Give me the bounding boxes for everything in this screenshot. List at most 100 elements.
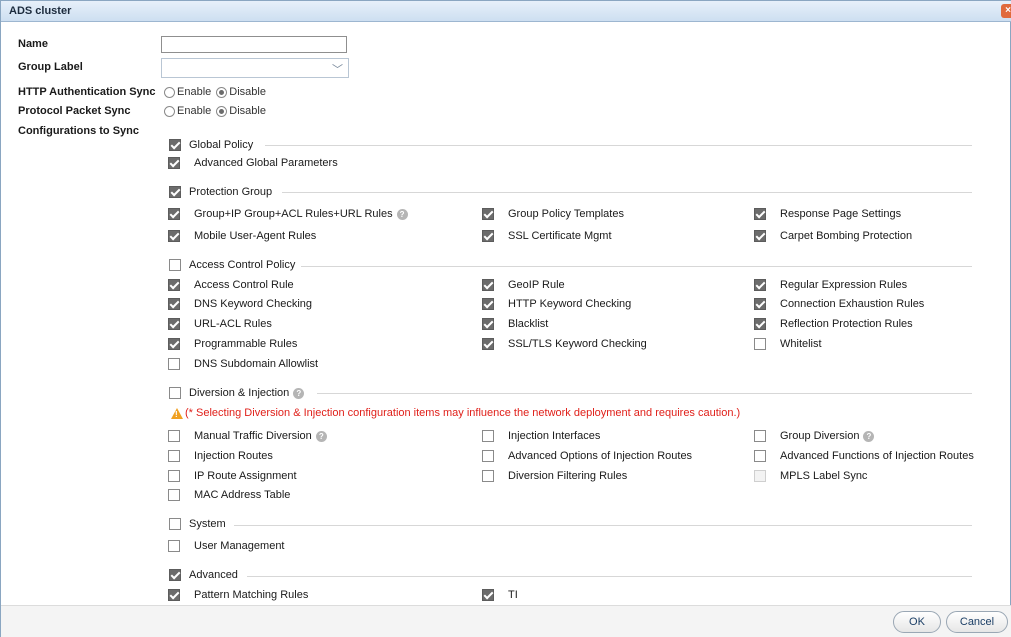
item-label: TI [508, 589, 518, 601]
protocol-sync-disable-label: Disable [229, 105, 266, 117]
configs-label: Configurations to Sync [18, 125, 139, 137]
checkbox[interactable] [168, 540, 180, 552]
sync-item-ip-route-assignment[interactable]: IP Route Assignment [168, 469, 297, 483]
checkbox[interactable] [482, 338, 494, 350]
checkbox[interactable] [168, 358, 180, 370]
checkbox[interactable] [754, 318, 766, 330]
global-policy-checkbox[interactable] [169, 139, 181, 151]
checkbox[interactable] [754, 450, 766, 462]
sync-item-access-control-rule[interactable]: Access Control Rule [168, 278, 294, 292]
checkbox[interactable] [482, 230, 494, 242]
checkbox[interactable] [482, 298, 494, 310]
checkbox[interactable] [168, 279, 180, 291]
protection-group-checkbox[interactable] [169, 186, 181, 198]
checkbox[interactable] [482, 450, 494, 462]
sync-item-user-management[interactable]: User Management [168, 539, 285, 553]
sync-item-group-diversion[interactable]: Group Diversion ? [754, 429, 875, 443]
sync-item-regular-expression-rules[interactable]: Regular Expression Rules [754, 278, 907, 292]
checkbox[interactable] [482, 430, 494, 442]
item-label: Diversion Filtering Rules [508, 470, 628, 482]
checkbox[interactable] [754, 279, 766, 291]
checkbox[interactable] [168, 230, 180, 242]
http-sync-disable-label: Disable [229, 86, 266, 98]
http-sync-enable-radio[interactable] [164, 86, 175, 98]
checkbox[interactable] [482, 589, 494, 601]
sync-item-group-policy-templates[interactable]: Group Policy Templates [482, 207, 624, 221]
ok-button[interactable]: OK [893, 611, 941, 633]
checkbox[interactable] [754, 298, 766, 310]
sync-item-dns-keyword-checking[interactable]: DNS Keyword Checking [168, 297, 312, 311]
sync-item-reflection-protection-rules[interactable]: Reflection Protection Rules [754, 317, 913, 331]
sync-item-injection-routes[interactable]: Injection Routes [168, 449, 273, 463]
sync-item-advanced-global-parameters[interactable]: Advanced Global Parameters [168, 156, 338, 170]
checkbox[interactable] [168, 470, 180, 482]
help-icon[interactable]: ? [293, 387, 305, 399]
section-global-policy[interactable]: Global Policy [169, 138, 253, 152]
close-icon[interactable]: × [1001, 4, 1011, 18]
cancel-button[interactable]: Cancel [946, 611, 1008, 633]
sync-item-dns-subdomain-allowlist[interactable]: DNS Subdomain Allowlist [168, 357, 318, 371]
advanced-checkbox[interactable] [169, 569, 181, 581]
sync-item-diversion-filtering-rules[interactable]: Diversion Filtering Rules [482, 469, 627, 483]
checkbox[interactable] [168, 338, 180, 350]
checkbox[interactable] [754, 208, 766, 220]
name-input[interactable] [161, 36, 347, 53]
sync-item-mpls-label-sync: MPLS Label Sync [754, 469, 867, 483]
system-checkbox[interactable] [169, 518, 181, 530]
sync-item-ssl-tls-keyword-checking[interactable]: SSL/TLS Keyword Checking [482, 337, 647, 351]
sync-item-connection-exhaustion-rules[interactable]: Connection Exhaustion Rules [754, 297, 924, 311]
sync-item-programmable-rules[interactable]: Programmable Rules [168, 337, 297, 351]
protocol-sync-disable-radio[interactable] [216, 105, 228, 117]
help-icon[interactable]: ? [315, 430, 327, 442]
checkbox[interactable] [482, 470, 494, 482]
sync-item-blacklist[interactable]: Blacklist [482, 317, 548, 331]
section-access-control-policy[interactable]: Access Control Policy [169, 258, 295, 272]
sync-item-mobile-user-agent-rules[interactable]: Mobile User-Agent Rules [168, 229, 316, 243]
diversion-injection-checkbox[interactable] [169, 387, 181, 399]
diversion-warning: ! (* Selecting Diversion & Injection con… [171, 407, 740, 419]
sync-item-response-page-settings[interactable]: Response Page Settings [754, 207, 901, 221]
help-icon[interactable]: ? [863, 430, 875, 442]
sync-item-whitelist[interactable]: Whitelist [754, 337, 822, 351]
sync-item-http-keyword-checking[interactable]: HTTP Keyword Checking [482, 297, 631, 311]
sync-item-mac-address-table[interactable]: MAC Address Table [168, 488, 290, 502]
sync-item-geoip-rule[interactable]: GeoIP Rule [482, 278, 565, 292]
checkbox[interactable] [482, 318, 494, 330]
sync-item-advanced-functions-injection-routes[interactable]: Advanced Functions of Injection Routes [754, 449, 974, 463]
sync-item-ssl-certificate-mgmt[interactable]: SSL Certificate Mgmt [482, 229, 612, 243]
section-advanced[interactable]: Advanced [169, 568, 238, 582]
checkbox[interactable] [168, 318, 180, 330]
protocol-sync-enable-radio[interactable] [164, 105, 175, 117]
help-icon[interactable]: ? [396, 208, 408, 220]
checkbox[interactable] [482, 279, 494, 291]
item-label: Group+IP Group+ACL Rules+URL Rules [194, 208, 393, 220]
checkbox[interactable] [168, 450, 180, 462]
checkbox[interactable] [168, 298, 180, 310]
checkbox[interactable] [168, 489, 180, 501]
checkbox[interactable] [482, 208, 494, 220]
sync-item-carpet-bombing-protection[interactable]: Carpet Bombing Protection [754, 229, 912, 243]
group-label-select[interactable]: ﹀ [161, 58, 349, 78]
checkbox[interactable] [168, 589, 180, 601]
checkbox[interactable] [754, 230, 766, 242]
sync-item-ti[interactable]: TI [482, 588, 518, 602]
checkbox[interactable] [754, 430, 766, 442]
item-label: IP Route Assignment [194, 470, 297, 482]
section-title: System [189, 518, 226, 530]
sync-item-injection-interfaces[interactable]: Injection Interfaces [482, 429, 600, 443]
sync-item-group-ip-acl-url[interactable]: Group+IP Group+ACL Rules+URL Rules ? [168, 207, 408, 221]
http-sync-disable-radio[interactable] [216, 86, 228, 98]
checkbox[interactable] [168, 208, 180, 220]
checkbox[interactable] [168, 430, 180, 442]
section-system[interactable]: System [169, 517, 226, 531]
sync-item-advanced-options-injection-routes[interactable]: Advanced Options of Injection Routes [482, 449, 692, 463]
protocol-sync-radio-group: Enable Disable [164, 104, 271, 118]
access-control-policy-checkbox[interactable] [169, 259, 181, 271]
sync-item-pattern-matching-rules[interactable]: Pattern Matching Rules [168, 588, 308, 602]
checkbox[interactable] [168, 157, 180, 169]
section-diversion-injection[interactable]: Diversion & Injection ? [169, 386, 305, 400]
section-protection-group[interactable]: Protection Group [169, 185, 272, 199]
sync-item-manual-traffic-diversion[interactable]: Manual Traffic Diversion ? [168, 429, 327, 443]
checkbox[interactable] [754, 338, 766, 350]
sync-item-url-acl-rules[interactable]: URL-ACL Rules [168, 317, 272, 331]
